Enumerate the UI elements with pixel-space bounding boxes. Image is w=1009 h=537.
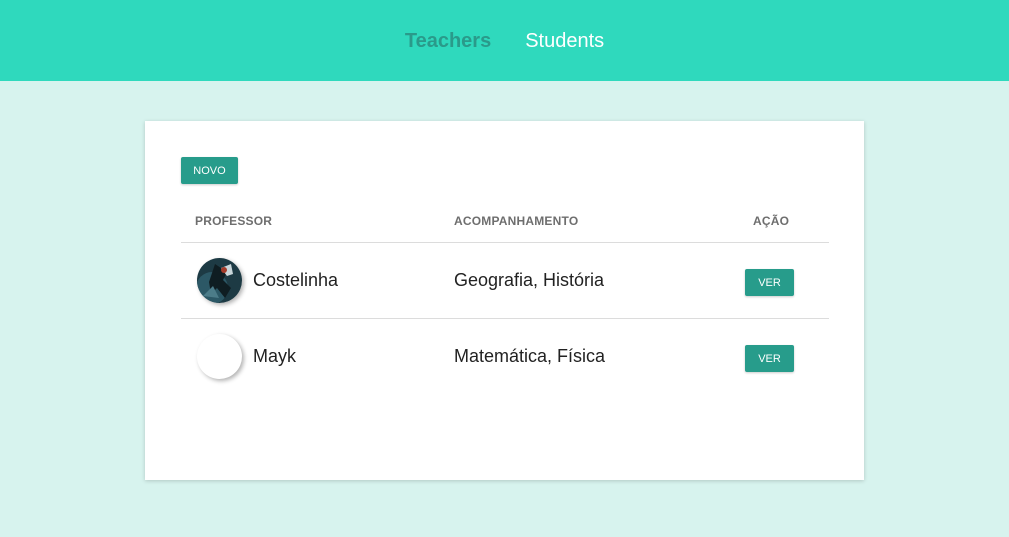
header-professor: PROFESSOR [195, 214, 273, 228]
header-acompanhamento: ACOMPANHAMENTO [454, 214, 579, 228]
new-teacher-button[interactable]: NOVO [181, 157, 238, 184]
table-header: PROFESSOR ACOMPANHAMENTO AÇÃO [181, 203, 829, 243]
header-acao: AÇÃO [753, 214, 790, 228]
avatar [197, 258, 242, 303]
teachers-table: PROFESSOR ACOMPANHAMENTO AÇÃO Costelinha… [181, 203, 829, 395]
view-teacher-button[interactable]: VER [745, 269, 794, 296]
teacher-name: Costelinha [253, 270, 339, 290]
table-row: Costelinha Geografia, História VER [181, 243, 829, 319]
avatar-photo-icon [197, 258, 242, 303]
avatar [197, 334, 242, 379]
view-teacher-button[interactable]: VER [745, 345, 794, 372]
nav-link-students[interactable]: Students [525, 31, 604, 51]
teacher-name: Mayk [253, 346, 297, 366]
top-navbar: Teachers Students [0, 0, 1009, 81]
teacher-subjects: Geografia, História [454, 270, 605, 290]
nav-link-teachers[interactable]: Teachers [405, 31, 491, 51]
teacher-subjects: Matemática, Física [454, 346, 606, 366]
teachers-card: NOVO PROFESSOR ACOMPANHAMENTO AÇÃO Coste… [145, 121, 864, 480]
table-row: Mayk Matemática, Física VER [181, 319, 829, 395]
